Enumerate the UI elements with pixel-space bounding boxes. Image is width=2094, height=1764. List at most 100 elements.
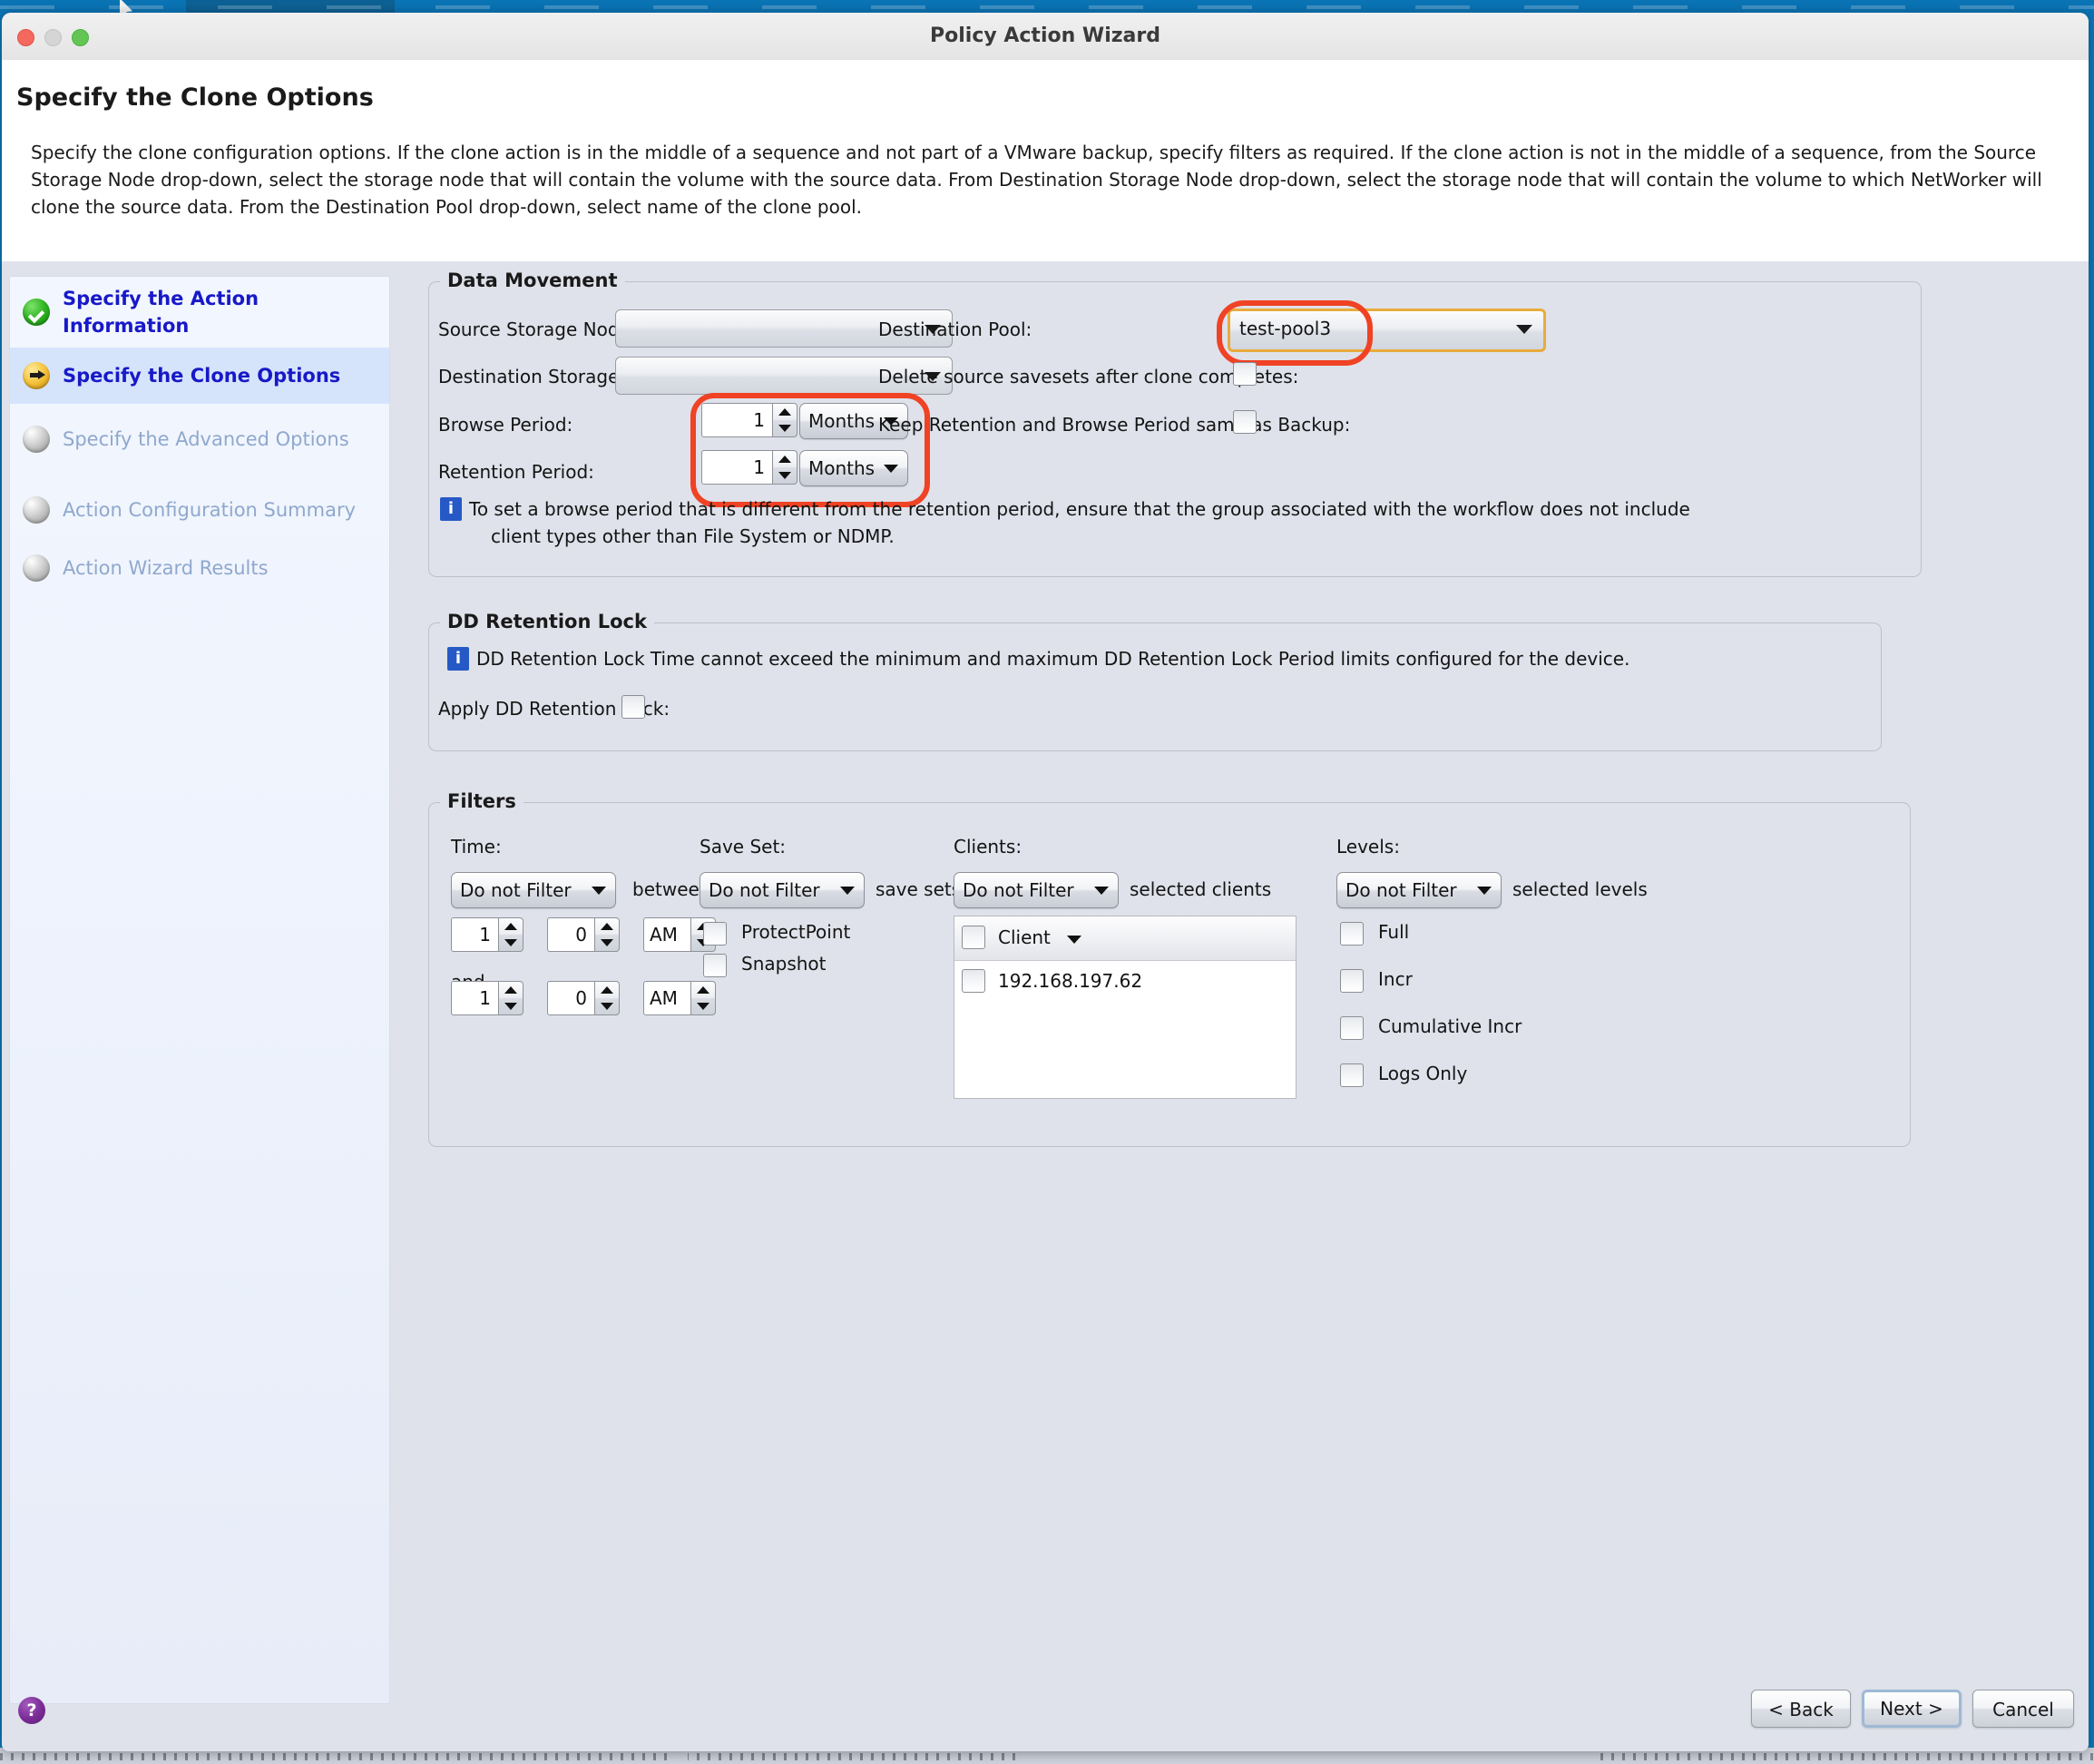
level-incr-checkbox[interactable]	[1340, 969, 1364, 993]
level-logs-only-label: Logs Only	[1378, 1063, 1468, 1084]
clients-list[interactable]: Client 192.168.197.62	[954, 916, 1297, 1099]
save-set-snapshot-label: Snapshot	[741, 953, 827, 975]
filters-levels-label: Levels:	[1336, 836, 1400, 858]
window-titlebar: Policy Action Wizard	[2, 13, 2089, 61]
sidebar-item-label: Specify the Clone Options	[63, 365, 341, 387]
time-from-minute-input[interactable]: 0	[547, 917, 594, 952]
levels-suffix-text: selected levels	[1512, 878, 1648, 900]
browse-period-note-line1: To set a browse period that is different…	[469, 498, 1690, 520]
level-full-label: Full	[1378, 921, 1410, 943]
browse-period-stepper[interactable]: 1	[701, 403, 797, 437]
level-incr-label: Incr	[1378, 968, 1413, 990]
save-set-filter-select[interactable]: Do not Filter	[700, 872, 865, 908]
chevron-down-icon	[1094, 887, 1109, 895]
table-row[interactable]: 192.168.197.62	[954, 964, 1296, 1002]
sidebar-item-specify-advanced-options[interactable]: Specify the Advanced Options	[10, 404, 389, 475]
chevron-down-icon[interactable]	[1067, 936, 1081, 944]
time-to-minute-arrows[interactable]	[594, 981, 620, 1015]
time-to-hour-arrows[interactable]	[498, 981, 524, 1015]
save-set-protectpoint-checkbox[interactable]	[703, 922, 727, 946]
delete-source-savesets-checkbox[interactable]	[1233, 362, 1257, 386]
save-set-snapshot-checkbox[interactable]	[703, 954, 727, 977]
retention-period-spin-arrows[interactable]	[772, 450, 797, 485]
time-from-meridiem-value: AM	[650, 924, 678, 946]
data-movement-group: Data Movement Source Storage Node: Desti…	[428, 270, 1922, 577]
time-from-hour-stepper[interactable]: 1	[451, 917, 524, 952]
sidebar-item-action-configuration-summary[interactable]: Action Configuration Summary	[10, 475, 389, 545]
retention-period-unit-select[interactable]: Months	[799, 450, 908, 486]
arrow-circle-icon	[23, 362, 50, 389]
background-browser-tab-texture	[0, 5, 2094, 9]
next-button[interactable]: Next >	[1862, 1690, 1962, 1728]
clients-select-all-checkbox[interactable]	[962, 926, 985, 949]
wizard-footer: ? < Back Next > Cancel	[2, 1664, 2089, 1751]
chevron-down-icon	[884, 465, 898, 473]
chevron-down-icon	[1516, 325, 1532, 334]
client-row-checkbox[interactable]	[962, 969, 985, 993]
time-filter-value: Do not Filter	[460, 879, 572, 901]
browse-period-input[interactable]: 1	[701, 403, 772, 437]
sidebar-item-label: Action Configuration Summary	[63, 499, 357, 521]
keep-retention-browse-checkbox[interactable]	[1233, 410, 1257, 434]
wizard-step-list: Specify the Action Information Specify t…	[9, 276, 390, 1704]
destination-pool-select[interactable]: test-pool3	[1228, 309, 1546, 352]
filters-time-label: Time:	[451, 836, 502, 858]
back-button[interactable]: < Back	[1751, 1690, 1851, 1728]
window-title: Policy Action Wizard	[930, 24, 1160, 47]
sidebar-item-specify-clone-options[interactable]: Specify the Clone Options	[10, 348, 389, 404]
time-to-minute-value: 0	[575, 987, 587, 1009]
pending-circle-icon	[23, 496, 50, 524]
chevron-down-icon	[840, 887, 855, 895]
level-logs-only-checkbox[interactable]	[1340, 1063, 1364, 1087]
time-from-minute-arrows[interactable]	[594, 917, 620, 952]
check-circle-icon	[23, 299, 50, 326]
level-full-checkbox[interactable]	[1340, 922, 1364, 946]
retention-period-input[interactable]: 1	[701, 450, 772, 485]
retention-period-label: Retention Period:	[438, 461, 594, 483]
chevron-down-icon	[1477, 887, 1492, 895]
time-to-meridiem-arrows[interactable]	[690, 981, 716, 1015]
time-from-hour-arrows[interactable]	[498, 917, 524, 952]
browse-period-value: 1	[753, 409, 765, 431]
time-to-meridiem-input[interactable]: AM	[643, 981, 690, 1015]
time-from-meridiem-input[interactable]: AM	[643, 917, 690, 952]
levels-filter-select[interactable]: Do not Filter	[1336, 872, 1502, 908]
retention-period-stepper[interactable]: 1	[701, 450, 797, 485]
time-to-hour-input[interactable]: 1	[451, 981, 498, 1015]
dd-retention-lock-note: DD Retention Lock Time cannot exceed the…	[476, 648, 1630, 670]
browse-period-spin-arrows[interactable]	[772, 403, 797, 437]
sidebar-item-action-wizard-results[interactable]: Action Wizard Results	[10, 545, 389, 591]
browse-period-unit-value: Months	[808, 410, 876, 432]
apply-dd-retention-lock-checkbox[interactable]	[621, 695, 645, 719]
browse-period-note-line2: client types other than File System or N…	[491, 525, 895, 547]
time-to-minute-input[interactable]: 0	[547, 981, 594, 1015]
help-icon[interactable]: ?	[18, 1697, 45, 1724]
save-set-filter-value: Do not Filter	[709, 879, 820, 901]
time-to-hour-stepper[interactable]: 1	[451, 981, 524, 1015]
page-description: Specify the clone configuration options.…	[31, 142, 2042, 218]
level-cumulative-incr-checkbox[interactable]	[1340, 1016, 1364, 1040]
clients-list-header[interactable]: Client	[954, 916, 1296, 961]
sidebar-item-label: Specify the Action Information	[63, 288, 259, 337]
time-to-meridiem-stepper[interactable]: AM	[643, 981, 716, 1015]
chevron-down-icon	[592, 887, 606, 895]
clients-filter-value: Do not Filter	[963, 879, 1074, 901]
wizard-header: Specify the Clone Options Specify the cl…	[2, 60, 2089, 261]
source-storage-node-label: Source Storage Node:	[438, 318, 637, 340]
dd-retention-lock-group: DD Retention Lock i DD Retention Lock Ti…	[428, 611, 1882, 751]
filters-save-set-label: Save Set:	[700, 836, 787, 858]
info-icon: i	[447, 647, 469, 671]
time-from-minute-value: 0	[575, 924, 587, 946]
sidebar-item-specify-action-information[interactable]: Specify the Action Information	[10, 277, 389, 348]
destination-pool-label: Destination Pool:	[878, 318, 1032, 340]
time-to-meridiem-value: AM	[650, 987, 678, 1009]
time-from-minute-stepper[interactable]: 0	[547, 917, 620, 952]
pending-circle-icon	[23, 426, 50, 453]
clients-filter-select[interactable]: Do not Filter	[954, 872, 1119, 908]
time-from-hour-input[interactable]: 1	[451, 917, 498, 952]
levels-filter-value: Do not Filter	[1345, 879, 1457, 901]
time-filter-select[interactable]: Do not Filter	[451, 872, 616, 908]
time-to-minute-stepper[interactable]: 0	[547, 981, 620, 1015]
retention-period-value: 1	[753, 456, 765, 478]
cancel-button[interactable]: Cancel	[1972, 1690, 2074, 1728]
